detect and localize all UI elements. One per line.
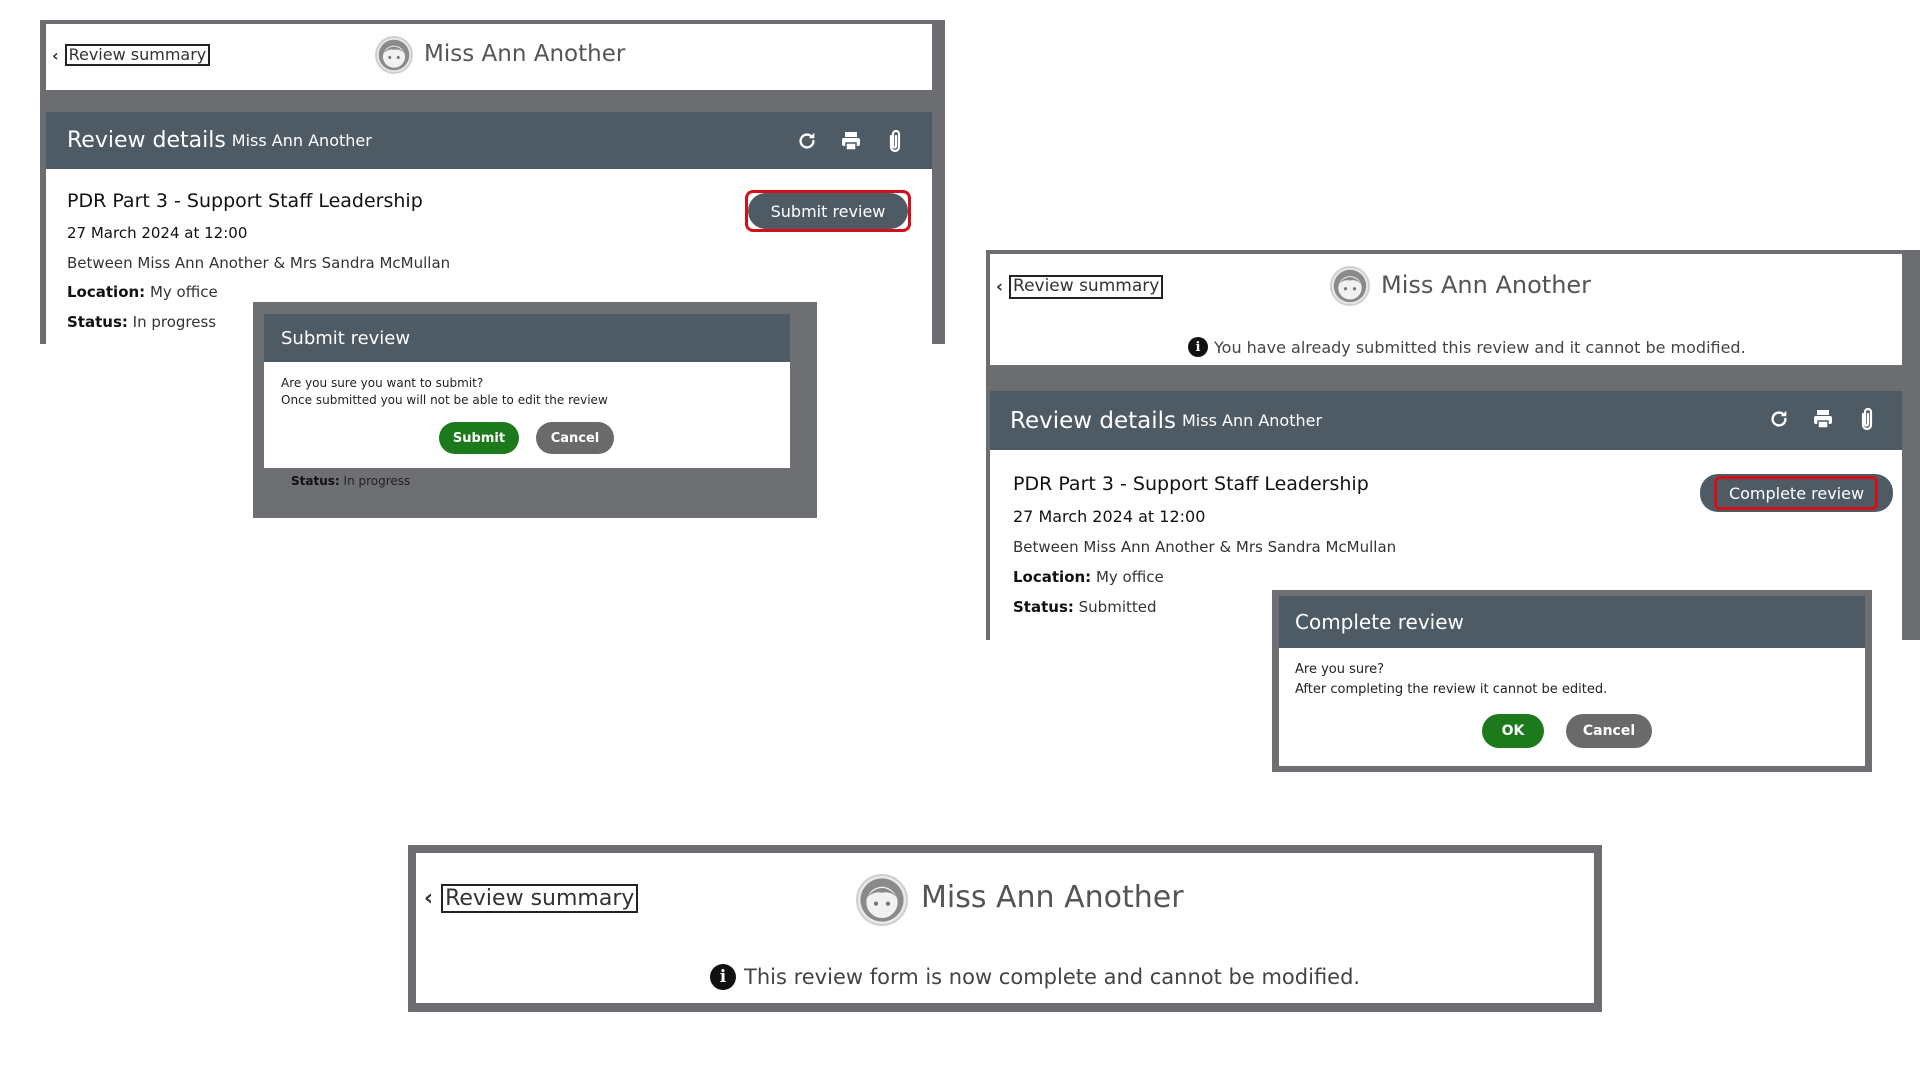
user-name: Miss Ann Another	[921, 880, 1184, 915]
print-icon[interactable]	[836, 126, 866, 156]
dialog-title: Complete review	[1295, 610, 1464, 634]
bg-status-value: In progress	[343, 474, 411, 488]
dialog-cancel-button[interactable]: Cancel	[536, 422, 614, 454]
review-date: 27 March 2024 at 12:00	[67, 224, 248, 242]
submit-review-dialog: Submit review Are you sure you want to s…	[264, 314, 790, 468]
dialog-message-line1: Are you sure?	[1295, 662, 1385, 677]
notice-submitted: i You have already submitted this review…	[1188, 337, 1746, 357]
panel2-back-link[interactable]: ‹ Review summary	[996, 275, 1164, 299]
review-status: Status: Submitted	[1013, 598, 1157, 616]
info-icon: i	[1188, 337, 1208, 357]
panel3-back-link[interactable]: ‹ Review summary	[424, 884, 639, 914]
user-name: Miss Ann Another	[424, 41, 626, 67]
dialog-header: Complete review	[1279, 596, 1865, 648]
bar-icons	[1764, 404, 1882, 434]
location-value: My office	[1095, 568, 1164, 586]
notice-text: This review form is now complete and can…	[744, 965, 1361, 989]
chevron-left-icon: ‹	[996, 276, 1004, 297]
review-status: Status: In progress	[67, 313, 216, 331]
dialog-message-line1: Are you sure you want to submit?	[281, 376, 484, 390]
user-name: Miss Ann Another	[1381, 271, 1592, 299]
notice-complete: i This review form is now complete and c…	[710, 964, 1360, 990]
back-link-label: Review summary	[64, 44, 211, 67]
panel1-back-link[interactable]: ‹ Review summary	[52, 44, 211, 67]
review-location: Location: My office	[1013, 568, 1164, 586]
back-link-label: Review summary	[1009, 275, 1164, 299]
bar-title: Review details	[1010, 407, 1176, 434]
refresh-icon[interactable]	[792, 126, 822, 156]
review-title: PDR Part 3 - Support Staff Leadership	[1013, 473, 1369, 495]
notice-text: You have already submitted this review a…	[1214, 337, 1746, 357]
refresh-icon[interactable]	[1764, 404, 1794, 434]
location-label: Location:	[1013, 568, 1092, 586]
info-icon: i	[710, 964, 736, 990]
bar-subtitle: Miss Ann Another	[231, 131, 372, 150]
print-icon[interactable]	[1808, 404, 1838, 434]
dialog-cancel-button[interactable]: Cancel	[1566, 714, 1652, 748]
avatar	[375, 36, 413, 74]
bg-status-label: Status:	[291, 474, 340, 488]
avatar	[1330, 266, 1370, 306]
dialog-message-line2: After completing the review it cannot be…	[1295, 682, 1608, 697]
chevron-left-icon: ‹	[52, 45, 59, 65]
bar-icons	[792, 126, 910, 156]
chevron-left-icon: ‹	[424, 886, 434, 912]
status-value: In progress	[132, 313, 217, 331]
status-value: Submitted	[1078, 598, 1157, 616]
back-link-label: Review summary	[441, 884, 639, 914]
review-between: Between Miss Ann Another & Mrs Sandra Mc…	[67, 254, 451, 272]
location-value: My office	[149, 283, 218, 301]
status-label: Status:	[1013, 598, 1074, 616]
attachment-icon[interactable]	[1852, 404, 1882, 434]
bar-title: Review details	[67, 128, 226, 153]
dialog-header: Submit review	[264, 314, 790, 362]
status-label: Status:	[67, 313, 128, 331]
dialog-ok-button[interactable]: OK	[1482, 714, 1544, 748]
attachment-icon[interactable]	[880, 126, 910, 156]
location-label: Location:	[67, 283, 146, 301]
review-location: Location: My office	[67, 283, 218, 301]
avatar	[856, 874, 908, 926]
review-title: PDR Part 3 - Support Staff Leadership	[67, 190, 423, 212]
dialog-submit-button[interactable]: Submit	[439, 422, 519, 454]
review-date: 27 March 2024 at 12:00	[1013, 507, 1206, 526]
dialog-message-line2: Once submitted you will not be able to e…	[281, 393, 608, 407]
review-between: Between Miss Ann Another & Mrs Sandra Mc…	[1013, 538, 1397, 556]
bar-subtitle: Miss Ann Another	[1182, 411, 1323, 430]
background-status: Status: In progress	[291, 474, 410, 488]
submit-review-button[interactable]: Submit review	[748, 193, 908, 229]
complete-review-button[interactable]: Complete review	[1700, 474, 1893, 512]
complete-review-dialog: Complete review Are you sure? After comp…	[1279, 596, 1865, 766]
dialog-title: Submit review	[281, 327, 411, 349]
